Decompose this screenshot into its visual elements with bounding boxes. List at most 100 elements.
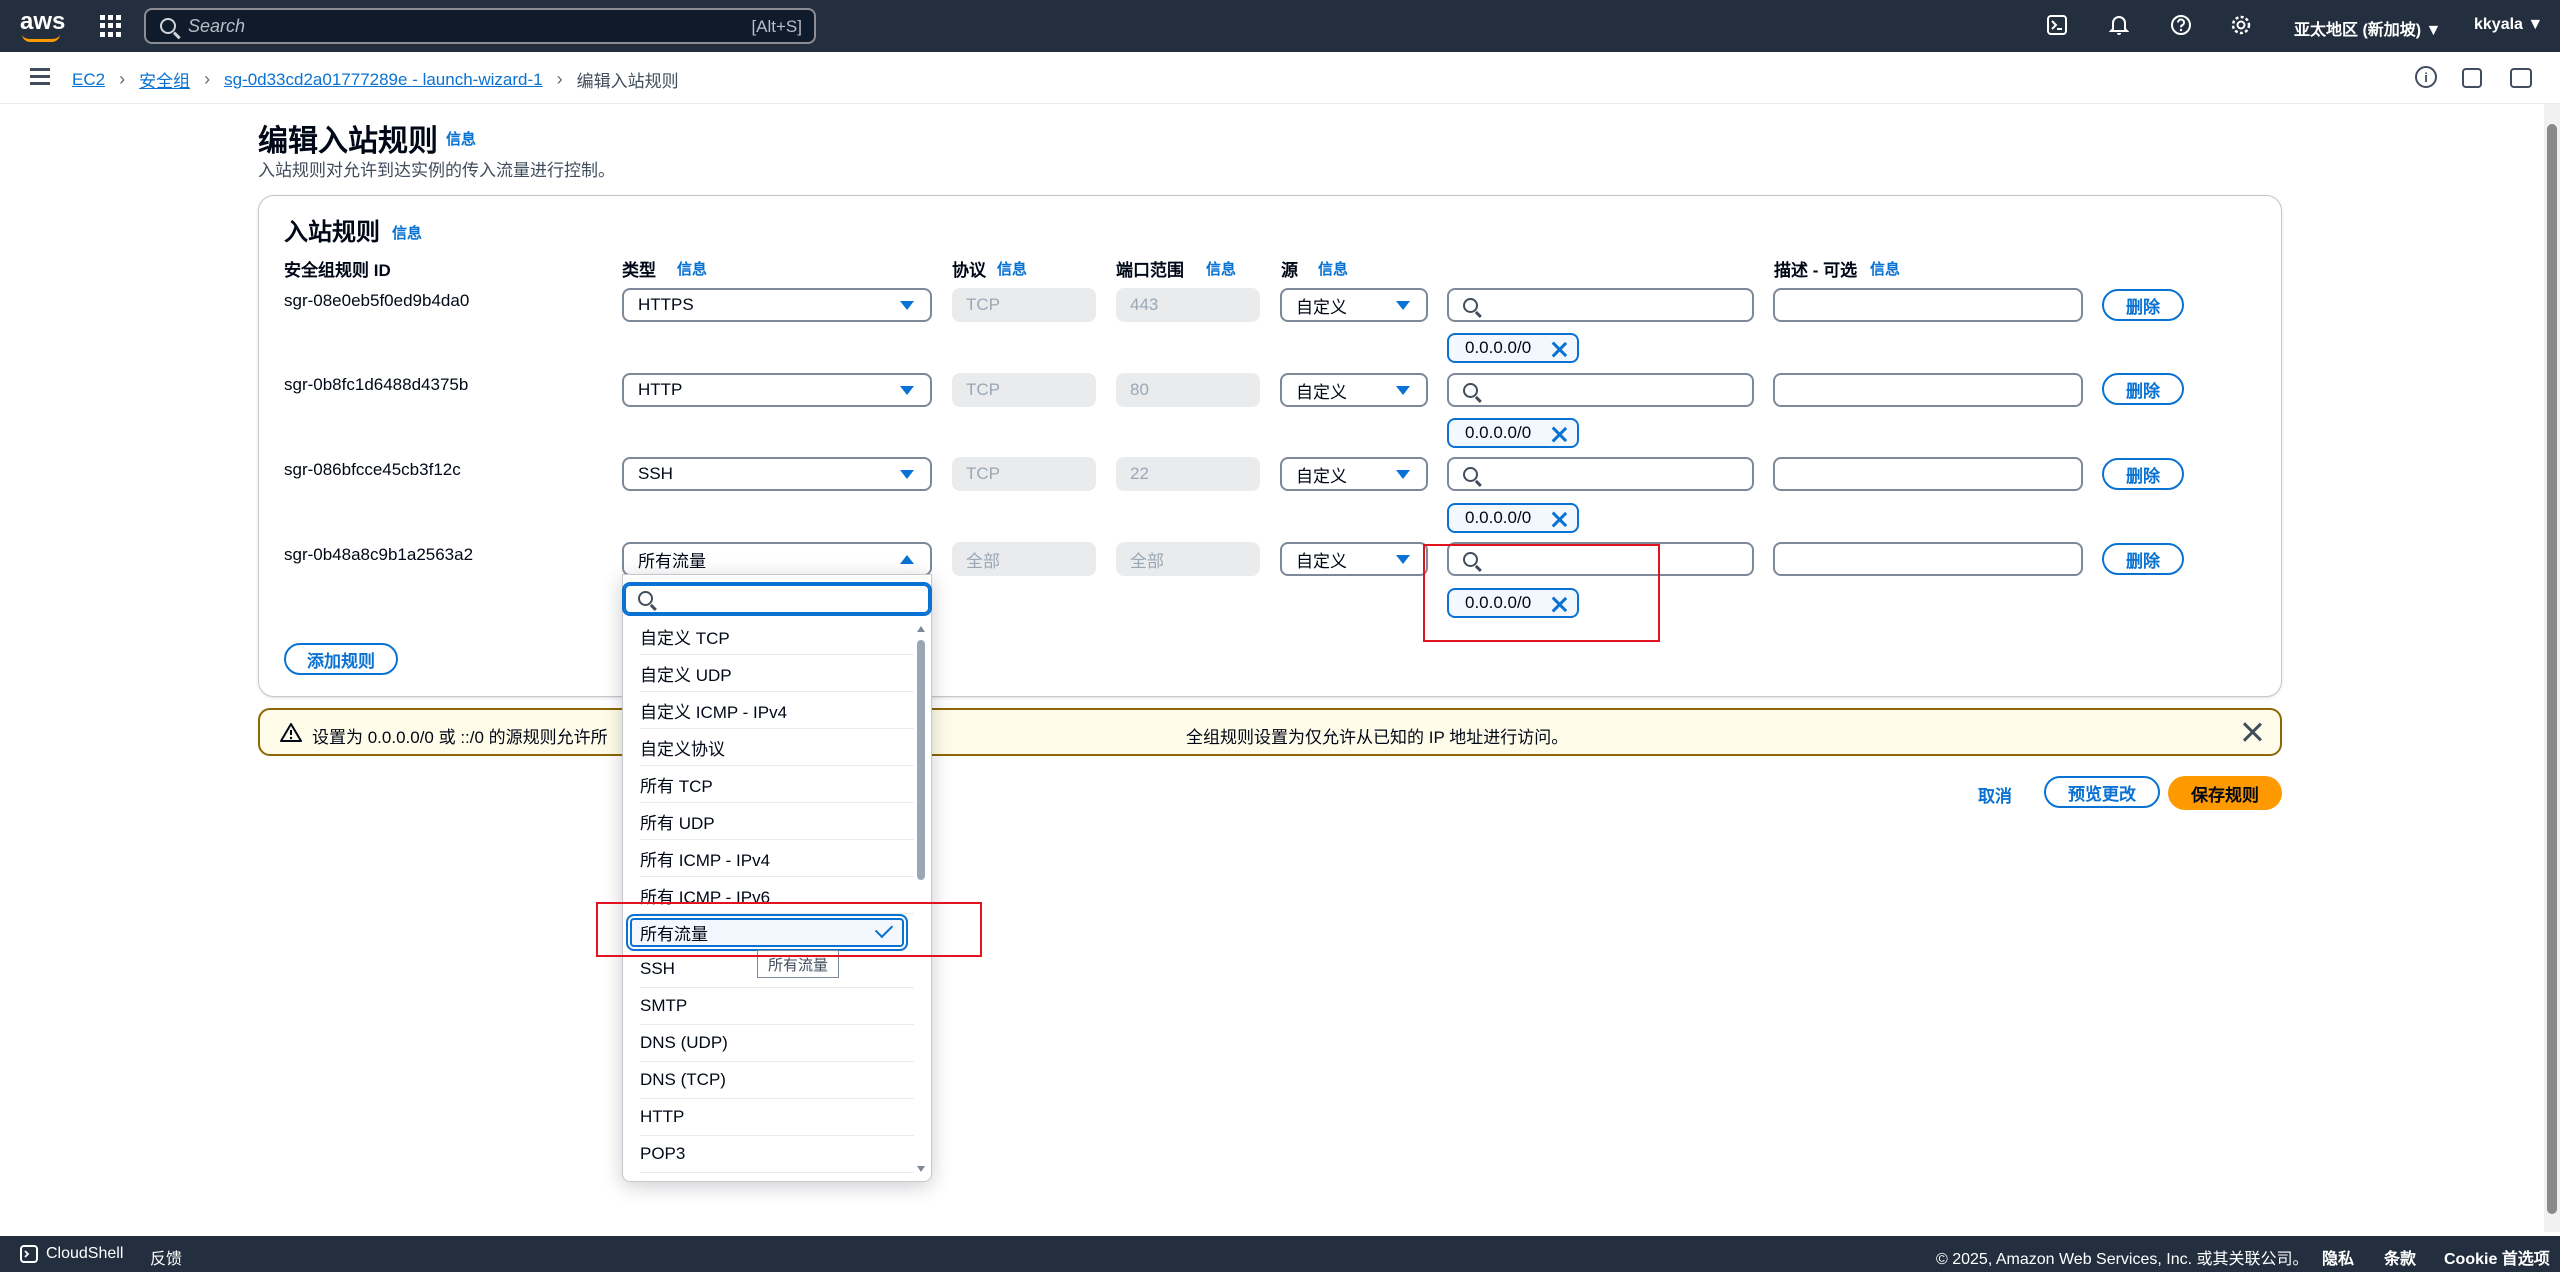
column-port-range: 端口范围: [1116, 261, 1184, 280]
cloudshell-link[interactable]: CloudShell: [46, 1245, 123, 1263]
dropdown-option[interactable]: SMTP: [640, 988, 914, 1025]
cidr-token: 0.0.0.0/0: [1447, 333, 1579, 363]
cidr-search-input[interactable]: [1447, 457, 1754, 491]
inbound-rules-info-link[interactable]: 信息: [392, 222, 422, 243]
source-select[interactable]: 自定义: [1280, 457, 1428, 491]
caret-down-icon: [900, 470, 914, 479]
remove-token-icon[interactable]: [1551, 341, 1567, 357]
breadcrumb-ec2[interactable]: EC2: [72, 70, 105, 90]
type-select-open[interactable]: 所有流量: [622, 542, 932, 576]
breadcrumb-current: 编辑入站规则: [576, 72, 679, 91]
type-info-link[interactable]: 信息: [677, 258, 707, 279]
page-info-link[interactable]: 信息: [446, 128, 476, 149]
dropdown-option[interactable]: 所有 TCP: [640, 766, 914, 803]
cidr-token-label: 0.0.0.0/0: [1465, 423, 1532, 442]
menu-icon[interactable]: [30, 68, 50, 85]
column-protocol: 协议: [952, 261, 986, 280]
bell-icon[interactable]: [2108, 14, 2130, 36]
close-icon[interactable]: [2242, 722, 2262, 742]
type-value: HTTP: [638, 380, 683, 399]
source-select[interactable]: 自定义: [1280, 288, 1428, 322]
breadcrumb: EC2 › 安全组 › sg-0d33cd2a01777289e - launc…: [72, 67, 679, 92]
rule-id: sgr-0b8fc1d6488d4375b: [284, 375, 469, 394]
source-select[interactable]: 自定义: [1280, 373, 1428, 407]
dropdown-option[interactable]: 自定义协议: [640, 729, 914, 766]
dropdown-filter-input[interactable]: [622, 582, 932, 616]
terms-link[interactable]: 条款: [2384, 1245, 2416, 1269]
caret-down-icon: [900, 386, 914, 395]
inbound-rules-title: 入站规则: [284, 219, 380, 246]
delete-button[interactable]: 删除: [2102, 289, 2184, 321]
cidr-search-input[interactable]: [1447, 373, 1754, 407]
services-menu-icon[interactable]: [100, 15, 122, 37]
copyright-text: © 2025, Amazon Web Services, Inc. 或其关联公司…: [1936, 1251, 2309, 1268]
user-menu[interactable]: kkyala ▼: [2474, 16, 2543, 34]
description-input[interactable]: [1773, 457, 2083, 491]
region-selector[interactable]: 亚太地区 (新加坡) ▼: [2294, 16, 2441, 40]
dropdown-option[interactable]: HTTP: [640, 1099, 914, 1136]
add-rule-button[interactable]: 添加规则: [284, 643, 398, 675]
cidr-token-label: 0.0.0.0/0: [1465, 508, 1532, 527]
notifications-panel-icon[interactable]: [2462, 68, 2482, 88]
remove-token-icon[interactable]: [1551, 426, 1567, 442]
dropdown-option[interactable]: DNS (TCP): [640, 1062, 914, 1099]
port-range-field: 22: [1116, 457, 1260, 491]
dropdown-option[interactable]: 自定义 ICMP - IPv4: [640, 692, 914, 729]
feedback-link[interactable]: 反馈: [150, 1245, 182, 1269]
dropdown-option[interactable]: 所有 UDP: [640, 803, 914, 840]
cidr-search-input[interactable]: [1447, 288, 1754, 322]
protocol-info-link[interactable]: 信息: [997, 258, 1027, 279]
source-value: 自定义: [1296, 551, 1347, 571]
type-select[interactable]: SSH: [622, 457, 932, 491]
search-icon: [1463, 298, 1478, 313]
source-info-link[interactable]: 信息: [1318, 258, 1348, 279]
column-source: 源: [1281, 261, 1298, 280]
privacy-link[interactable]: 隐私: [2322, 1245, 2354, 1269]
cookie-preferences-link[interactable]: Cookie 首选项: [2444, 1245, 2550, 1269]
help-icon[interactable]: [2170, 14, 2192, 36]
description-input[interactable]: [1773, 288, 2083, 322]
delete-button[interactable]: 删除: [2102, 458, 2184, 490]
source-value: 自定义: [1296, 297, 1347, 317]
description-input[interactable]: [1773, 542, 2083, 576]
aws-logo[interactable]: aws: [20, 8, 65, 44]
dropdown-scrollbar-thumb[interactable]: [917, 640, 925, 880]
description-input[interactable]: [1773, 373, 2083, 407]
type-select[interactable]: HTTP: [622, 373, 932, 407]
chevron-right-icon: ›: [119, 69, 126, 89]
breadcrumb-security-group[interactable]: sg-0d33cd2a01777289e - launch-wizard-1: [224, 70, 543, 90]
rule-id: sgr-0b48a8c9b1a2563a2: [284, 545, 474, 564]
save-rules-button[interactable]: 保存规则: [2168, 776, 2282, 810]
global-search-input[interactable]: Search [Alt+S]: [144, 8, 816, 44]
dropdown-option[interactable]: 自定义 UDP: [640, 655, 914, 692]
type-select[interactable]: HTTPS: [622, 288, 932, 322]
description-info-link[interactable]: 信息: [1870, 258, 1900, 279]
type-value: HTTPS: [638, 295, 694, 314]
search-icon: [1463, 467, 1478, 482]
dropdown-option[interactable]: 自定义 TCP: [640, 618, 914, 655]
port-range-field: 80: [1116, 373, 1260, 407]
source-select[interactable]: 自定义: [1280, 542, 1428, 576]
search-shortcut: [Alt+S]: [751, 17, 802, 36]
cancel-button[interactable]: 取消: [1978, 782, 2012, 807]
dropdown-option[interactable]: 所有 ICMP - IPv4: [640, 840, 914, 877]
page-scrollbar-thumb[interactable]: [2547, 124, 2557, 1214]
gear-icon[interactable]: [2230, 14, 2252, 36]
delete-button[interactable]: 删除: [2102, 543, 2184, 575]
dropdown-option[interactable]: POP3: [640, 1136, 914, 1173]
warning-text-continued: 全组规则设置为仅允许从已知的 IP 地址进行访问。: [1186, 728, 1569, 747]
search-icon: [160, 18, 176, 34]
breadcrumb-security-groups[interactable]: 安全组: [139, 67, 190, 92]
remove-token-icon[interactable]: [1551, 511, 1567, 527]
port-range-field: 443: [1116, 288, 1260, 322]
info-icon[interactable]: i: [2415, 66, 2437, 88]
preview-changes-button[interactable]: 预览更改: [2044, 776, 2160, 808]
cloudshell-icon[interactable]: [2046, 14, 2068, 36]
search-placeholder: Search: [188, 15, 246, 36]
feedback-panel-icon[interactable]: [2510, 68, 2532, 88]
port-range-info-link[interactable]: 信息: [1206, 258, 1236, 279]
protocol-field: TCP: [952, 457, 1096, 491]
warning-alert: 设置为 0.0.0.0/0 或 ::/0 的源规则允许所 全组规则设置为仅允许从…: [258, 708, 2282, 756]
dropdown-option[interactable]: DNS (UDP): [640, 1025, 914, 1062]
delete-button[interactable]: 删除: [2102, 373, 2184, 405]
